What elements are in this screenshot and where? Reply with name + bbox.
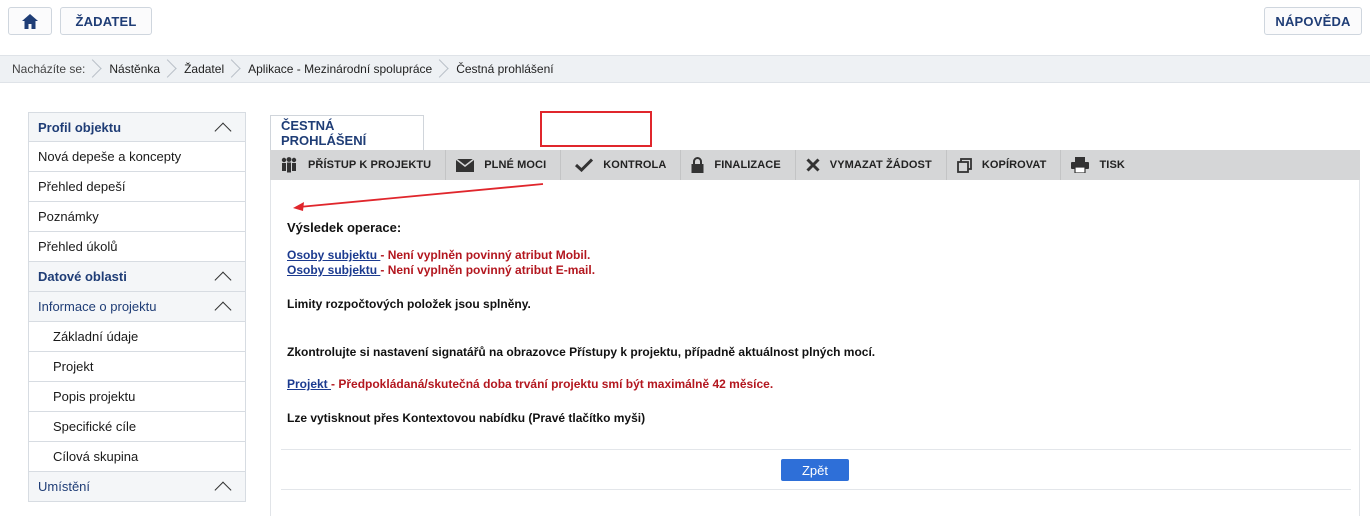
home-icon [22,13,38,29]
sidebar-item-label: Umístění [38,479,91,494]
toolbar-label: KOPÍROVAT [981,159,1047,171]
breadcrumb-item-cestna-prohlaseni: Čestná prohlášení [456,62,554,76]
sidebar-group-informace-o-projektu[interactable]: Informace o projektu [28,292,246,322]
error-text: - Není vyplněn povinný atribut Mobil. [380,248,591,262]
tisk-button[interactable]: TISK [1061,150,1138,180]
sidebar-item-label: Přehled úkolů [38,239,118,254]
chevron-up-icon[interactable] [214,122,232,140]
sidebar-item-label: Profil objektu [38,119,122,135]
sidebar-item-cilova-skupina[interactable]: Cílová skupina [28,442,246,472]
x-icon [806,158,820,172]
envelope-icon [456,158,475,172]
toolbar-label: VYMAZAT ŽÁDOST [829,159,932,171]
message-email: Osoby subjektu - Není vyplněn povinný at… [287,263,595,277]
toolbar-label: TISK [1099,159,1125,171]
breadcrumb-item-zadatel[interactable]: Žadatel [174,56,238,82]
chevron-up-icon[interactable] [214,301,232,319]
kontrola-button[interactable]: KONTROLA [561,150,682,180]
sidebar-item-label: Základní údaje [53,329,139,344]
arrow-annotation-icon [293,183,544,211]
projekt-link[interactable]: Projekt [287,377,331,391]
sidebar-item-nova-depese[interactable]: Nová depeše a koncepty [28,142,246,172]
tab-cestna-prohlaseni[interactable]: ČESTNÁ PROHLÁŠENÍ [270,115,424,150]
home-button[interactable] [8,7,52,35]
limits-message: Limity rozpočtových položek jsou splněny… [287,297,531,311]
sidebar-item-zakladni-udaje[interactable]: Základní údaje [28,322,246,352]
check-icon [575,158,594,172]
sidebar-item-prehled-ukolu[interactable]: Přehled úkolů [28,232,246,262]
sidebar-item-label: Cílová skupina [53,449,139,464]
toolbar-label: FINALIZACE [714,159,781,171]
sidebar-item-label: Poznámky [38,209,99,224]
printer-icon [1071,157,1090,173]
toolbar-label: PŘÍSTUP K PROJEKTU [308,159,432,171]
vymazat-zadost-button[interactable]: VYMAZAT ŽÁDOST [796,150,947,180]
sidebar-item-label: Přehled depeší [38,179,126,194]
error-text: - Není vyplněn povinný atribut E-mail. [380,263,596,277]
sidebar-item-label: Popis projektu [53,389,136,404]
sidebar-section-datove-oblasti[interactable]: Datové oblasti [28,262,246,292]
divider [281,489,1351,490]
sidebar-item-label: Informace o projektu [38,299,157,314]
message-projekt: Projekt - Předpokládaná/skutečná doba tr… [287,377,773,391]
divider [281,449,1351,450]
breadcrumb: Nacházíte se: Nástěnka Žadatel Aplikace … [0,55,1370,83]
toolbar: PŘÍSTUP K PROJEKTU PLNÉ MOCI KONTROLA FI… [270,150,1360,180]
copy-icon [956,157,972,173]
signatories-message: Zkontrolujte si nastavení signatářů na o… [287,345,876,359]
finalizace-button[interactable]: FINALIZACE [681,150,796,180]
zadatel-button[interactable]: ŽADATEL [60,7,152,35]
error-text: - Předpokládaná/skutečná doba trvání pro… [331,377,774,391]
print-hint: Lze vytisknout přes Kontextovou nabídku … [287,411,646,425]
sidebar-item-popis-projektu[interactable]: Popis projektu [28,382,246,412]
sidebar-item-specificke-cile[interactable]: Specifické cíle [28,412,246,442]
back-button[interactable]: Zpět [781,459,849,481]
people-icon [281,157,297,173]
pristup-k-projektu-button[interactable]: PŘÍSTUP K PROJEKTU [270,150,447,180]
breadcrumb-item-aplikace[interactable]: Aplikace - Mezinárodní spolupráce [238,56,446,82]
sidebar-group-umisteni[interactable]: Umístění [28,472,246,502]
top-bar: ŽADATEL NÁPOVĚDA [0,0,1370,40]
osoby-subjektu-link[interactable]: Osoby subjektu [287,263,380,277]
sidebar: Profil objektu Nová depeše a koncepty Př… [28,112,246,502]
chevron-up-icon[interactable] [214,271,232,289]
sidebar-item-prehled-depesi[interactable]: Přehled depeší [28,172,246,202]
toolbar-label: PLNÉ MOCI [484,159,547,171]
kopirovat-button[interactable]: KOPÍROVAT [947,150,1062,180]
sidebar-item-label: Projekt [53,359,94,374]
sidebar-section-profil-objektu[interactable]: Profil objektu [28,112,246,142]
sidebar-item-label: Specifické cíle [53,419,137,434]
plne-moci-button[interactable]: PLNÉ MOCI [446,150,562,180]
osoby-subjektu-link[interactable]: Osoby subjektu [287,248,380,262]
help-button[interactable]: NÁPOVĚDA [1264,7,1362,35]
sidebar-item-poznamky[interactable]: Poznámky [28,202,246,232]
result-heading: Výsledek operace: [287,220,402,235]
sidebar-item-projekt[interactable]: Projekt [28,352,246,382]
kontrola-highlight-box [540,111,652,147]
result-panel: Výsledek operace: Osoby subjektu - Není … [270,180,1360,516]
sidebar-item-label: Datové oblasti [38,269,127,284]
message-mobil: Osoby subjektu - Není vyplněn povinný at… [287,248,590,262]
lock-icon [691,157,704,173]
toolbar-label: KONTROLA [603,159,667,171]
chevron-up-icon[interactable] [214,481,232,499]
sidebar-item-label: Nová depeše a koncepty [38,149,182,164]
breadcrumb-prefix: Nacházíte se: [12,56,99,82]
breadcrumb-item-nastenka[interactable]: Nástěnka [99,56,174,82]
